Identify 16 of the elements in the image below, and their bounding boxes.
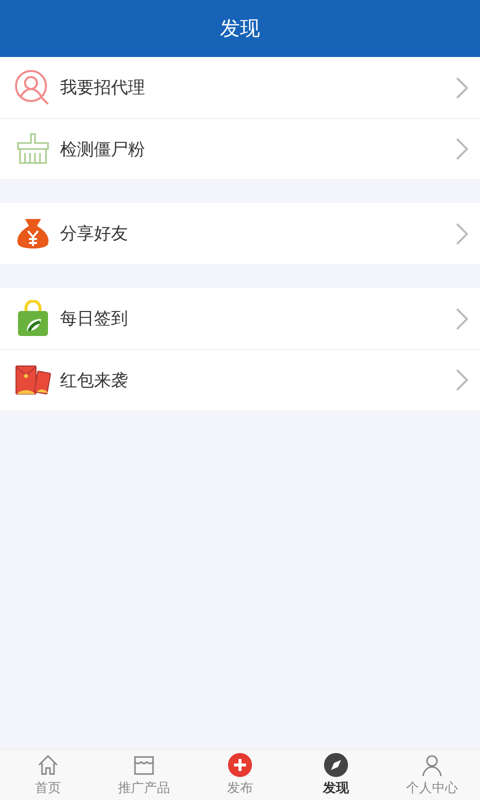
chevron-right-icon — [456, 76, 468, 98]
compass-icon — [324, 753, 348, 777]
chevron-right-icon — [456, 138, 468, 160]
menu-item[interactable]: 每日签到 — [0, 288, 480, 349]
chevron-right-icon — [456, 308, 468, 330]
chevron-right-icon — [456, 222, 468, 244]
menu-item[interactable]: 检测僵尸粉 — [0, 118, 480, 179]
menu-item[interactable]: 我要招代理 — [0, 57, 480, 118]
chevron-right-icon — [456, 369, 468, 391]
plus-icon — [228, 753, 252, 777]
nav-tab[interactable]: 发现 — [288, 750, 384, 800]
menu-item[interactable]: 红包来袭 — [0, 349, 480, 410]
menu-item[interactable]: 分享好友 — [0, 203, 480, 264]
user-icon — [420, 753, 444, 777]
page-title: 发现 — [220, 15, 260, 42]
home-icon — [36, 753, 60, 777]
